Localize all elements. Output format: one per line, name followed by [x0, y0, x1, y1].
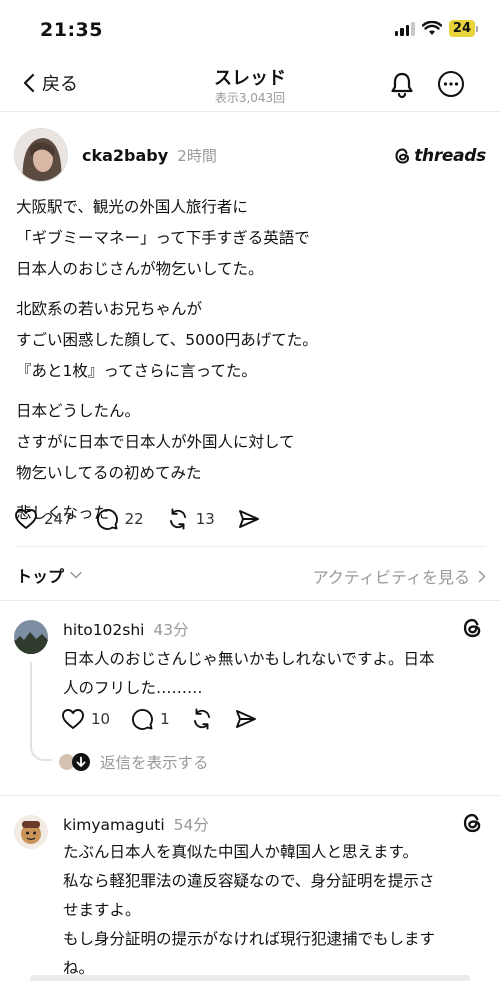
battery-level: 24	[448, 20, 475, 37]
post-body: 大阪駅で、観光の外国人旅行者に 「ギブミーマネー」って下手すぎる英語で 日本人の…	[16, 192, 486, 538]
text-line: 人のフリした………	[63, 679, 203, 697]
comment-count: 22	[124, 510, 144, 528]
sort-label: トップ	[16, 567, 65, 586]
activity-label: アクティビティを見る	[312, 568, 470, 587]
share-button[interactable]	[234, 708, 258, 730]
text-line: 物乞いしてるの初めてみた	[16, 464, 202, 482]
repost-button[interactable]	[190, 707, 214, 731]
send-icon	[238, 510, 259, 528]
view-count: 表示3,043回	[214, 91, 286, 105]
username[interactable]: cka2baby	[82, 146, 168, 165]
like-button[interactable]: 247	[14, 508, 73, 530]
more-icon	[438, 71, 464, 97]
reply-actions: 10 1	[61, 707, 278, 731]
text-line: 大阪駅で、観光の外国人旅行者に	[16, 198, 248, 216]
text-line: たぶん日本人を真似た中国人か韓国人と思えます。	[63, 843, 418, 861]
reply-time: 54分	[173, 816, 209, 834]
chevron-down-icon	[70, 571, 82, 579]
threads-icon	[395, 148, 410, 164]
like-count: 10	[91, 710, 111, 728]
bottom-sheet-edge	[30, 975, 470, 981]
status-time: 21:35	[40, 19, 103, 41]
text-line: すごい困惑した顔して、5000円あげてた。	[16, 331, 318, 349]
like-count: 247	[44, 510, 73, 528]
reply-body: たぶん日本人を真似た中国人か韓国人と思えます。 私なら軽犯罪法の違反容疑なので、…	[63, 838, 483, 981]
page-title: スレッド	[214, 68, 286, 89]
text-line: 日本人のおじさんが物乞いしてた。	[16, 260, 264, 278]
paragraph: 北欧系の若いお兄ちゃんが すごい困惑した顔して、5000円あげてた。 『あと1枚…	[16, 294, 486, 387]
avatar[interactable]	[14, 128, 68, 182]
post-time: 2時間	[177, 147, 217, 165]
sort-row: トップ アクティビティを見る	[0, 548, 500, 600]
post-author: cka2baby 2時間	[82, 145, 217, 166]
paragraph: 大阪駅で、観光の外国人旅行者に 「ギブミーマネー」って下手すぎる英語で 日本人の…	[16, 192, 486, 285]
text-line: 日本人のおじさんじゃ無いかもしれないですよ。日本	[63, 650, 435, 668]
threads-logo[interactable]: threads	[394, 146, 486, 166]
reply-time: 43分	[153, 621, 189, 639]
text-line: 日本どうしたん。	[16, 402, 141, 420]
status-icons: 24	[394, 20, 478, 37]
text-line: せますよ。	[63, 901, 141, 919]
text-line: 私なら軽犯罪法の違反容疑なので、身分証明を提示さ	[63, 872, 435, 890]
comment-count: 1	[160, 710, 170, 728]
username[interactable]: hito102shi	[63, 621, 144, 639]
threads-icon[interactable]	[462, 812, 484, 838]
send-icon	[235, 710, 256, 728]
reply-author: kimyamaguti 54分	[63, 813, 209, 835]
reply-body: 日本人のおじさんじゃ無いかもしれないですよ。日本 人のフリした………	[63, 645, 483, 703]
wifi-icon	[421, 21, 442, 35]
comment-icon	[132, 709, 153, 730]
show-replies-button[interactable]: 返信を表示する	[58, 751, 209, 773]
threads-icon[interactable]	[462, 617, 484, 643]
avatar[interactable]	[14, 815, 48, 849]
arrow-down-icon	[72, 753, 90, 771]
comment-button[interactable]: 1	[130, 707, 170, 731]
repost-icon	[193, 708, 210, 730]
reply-avatars	[58, 753, 90, 771]
status-bar: 21:35 24	[0, 0, 500, 58]
sort-dropdown[interactable]: トップ	[16, 563, 82, 587]
text-line: 『あと1枚』ってさらに言ってた。	[16, 362, 257, 380]
view-activity-link[interactable]: アクティビティを見る	[313, 564, 486, 588]
text-line: 北欧系の若いお兄ちゃんが	[16, 300, 203, 318]
nav-bar: 戻る スレッド 表示3,043回	[0, 58, 500, 112]
share-button[interactable]	[237, 508, 261, 530]
repost-button[interactable]: 13	[166, 507, 215, 531]
divider	[0, 600, 500, 601]
thread-curve	[30, 745, 52, 761]
post-actions: 247 22 13	[14, 507, 283, 531]
heart-icon	[62, 709, 84, 729]
divider	[0, 795, 500, 796]
cellular-signal-icon	[394, 21, 415, 36]
notification-button[interactable]	[389, 71, 415, 103]
text-line: 「ギブミーマネー」って下手すぎる英語で	[16, 229, 310, 247]
avatar[interactable]	[14, 620, 48, 654]
more-options-button[interactable]	[437, 70, 465, 102]
like-button[interactable]: 10	[61, 708, 110, 730]
text-line: さすがに日本で日本人が外国人に対して	[16, 433, 295, 451]
show-replies-label: 返信を表示する	[100, 754, 209, 772]
chevron-right-icon	[478, 570, 486, 582]
comment-button[interactable]: 22	[95, 507, 144, 531]
bell-icon	[391, 72, 413, 99]
reply-author: hito102shi 43分	[63, 618, 189, 640]
text-line: もし身分証明の提示がなければ現行犯逮捕でもします	[63, 930, 436, 948]
divider	[16, 546, 486, 547]
comment-icon	[96, 509, 118, 530]
thread-line	[30, 662, 32, 746]
username[interactable]: kimyamaguti	[63, 816, 165, 834]
threads-wordmark: threads	[414, 146, 486, 166]
repost-count: 13	[195, 510, 215, 528]
battery-icon: 24	[448, 20, 478, 37]
heart-icon	[15, 509, 37, 529]
repost-icon	[169, 508, 186, 530]
paragraph: 日本どうしたん。 さすがに日本で日本人が外国人に対して 物乞いしてるの初めてみた	[16, 396, 486, 489]
